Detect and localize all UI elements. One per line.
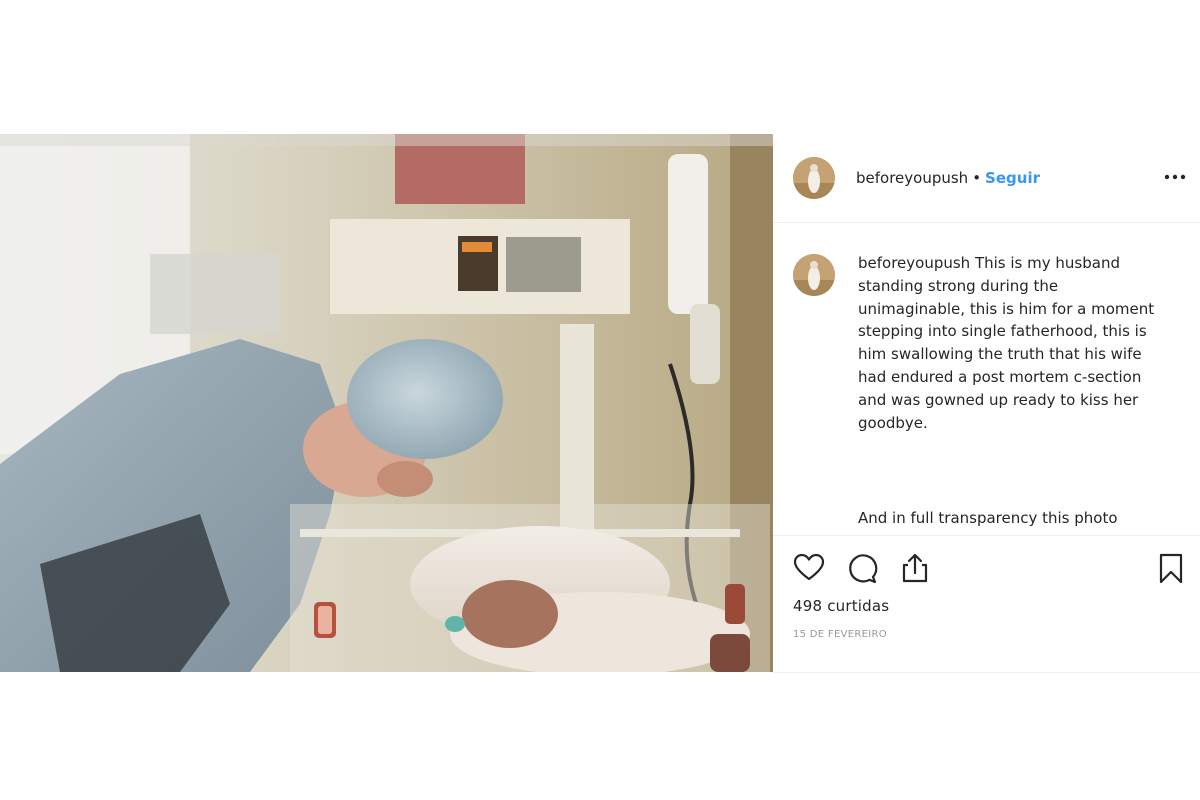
more-horizontal-icon (1164, 174, 1186, 180)
more-options-button[interactable] (1162, 164, 1188, 190)
post-header: beforeyoupush • Seguir (773, 134, 1200, 223)
caption-text: beforeyoupush This is my husband standin… (858, 252, 1168, 434)
caption-body: This is my husband standing strong durin… (858, 254, 1155, 432)
heart-icon (793, 553, 825, 581)
instagram-post-view: beforeyoupush • Seguir beforeyoupush Thi… (0, 0, 1200, 800)
nicu-photo-illustration (0, 134, 773, 672)
share-button[interactable] (898, 551, 932, 585)
like-button[interactable] (792, 551, 826, 585)
divider (773, 672, 1200, 673)
comment-button[interactable] (845, 551, 879, 585)
bookmark-icon (1159, 553, 1183, 584)
post-photo[interactable] (0, 134, 773, 672)
caption-continuation: And in full transparency this photo (858, 509, 1118, 527)
caption-avatar[interactable] (793, 254, 835, 296)
post-side-panel: beforeyoupush • Seguir beforeyoupush Thi… (773, 134, 1200, 673)
save-button[interactable] (1154, 551, 1188, 585)
likes-count[interactable]: 498 curtidas (793, 597, 889, 615)
profile-avatar[interactable] (793, 157, 835, 199)
post-actions: 498 curtidas 15 DE FEVEREIRO (773, 535, 1200, 673)
post-date[interactable]: 15 DE FEVEREIRO (793, 629, 887, 640)
follow-button[interactable]: Seguir (985, 169, 1040, 187)
avatar-image (793, 157, 835, 199)
share-icon (902, 553, 928, 583)
caption-username-link[interactable]: beforeyoupush (858, 254, 970, 272)
username-link[interactable]: beforeyoupush (856, 169, 968, 187)
caption-area: beforeyoupush This is my husband standin… (773, 223, 1200, 535)
separator-dot: • (972, 169, 982, 187)
header-text: beforeyoupush • Seguir (856, 168, 1040, 188)
comment-icon (849, 554, 878, 584)
avatar-image (793, 254, 835, 296)
